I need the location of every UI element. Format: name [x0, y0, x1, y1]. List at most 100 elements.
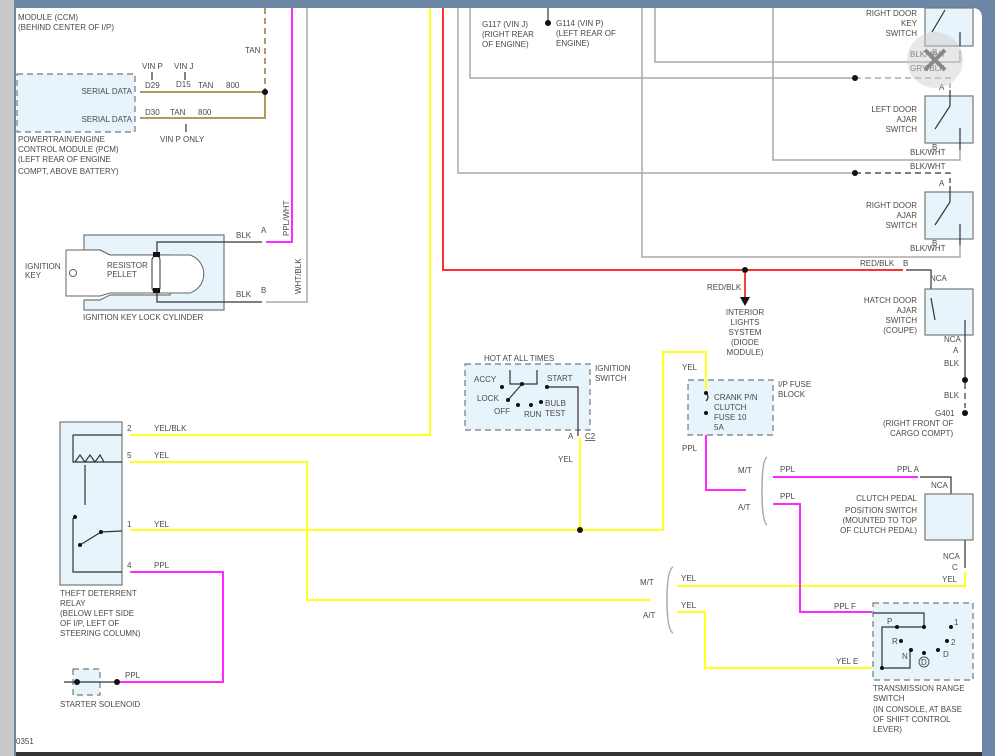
svg-text:COMPT, ABOVE BATTERY): COMPT, ABOVE BATTERY)	[18, 167, 119, 176]
svg-text:BLK/WHT: BLK/WHT	[910, 162, 946, 171]
svg-text:SERIAL DATA: SERIAL DATA	[81, 87, 132, 96]
svg-text:CARGO COMPT): CARGO COMPT)	[890, 429, 953, 438]
svg-text:A: A	[953, 346, 959, 355]
svg-text:5A: 5A	[714, 423, 724, 432]
svg-text:RIGHT DOOR: RIGHT DOOR	[866, 9, 917, 18]
svg-text:TAN: TAN	[170, 108, 186, 117]
svg-text:(BELOW LEFT SIDE: (BELOW LEFT SIDE	[60, 609, 134, 618]
svg-text:SWITCH: SWITCH	[595, 374, 627, 383]
svg-text:BLK: BLK	[236, 290, 252, 299]
svg-text:OF CLUTCH PEDAL): OF CLUTCH PEDAL)	[840, 526, 917, 535]
svg-text:A: A	[261, 226, 267, 235]
svg-text:1: 1	[954, 618, 959, 627]
svg-text:2: 2	[951, 638, 956, 647]
svg-text:ACCY: ACCY	[474, 375, 497, 384]
svg-text:PPL/WHT: PPL/WHT	[282, 200, 291, 236]
svg-text:BLK: BLK	[944, 391, 960, 400]
svg-text:C2: C2	[585, 432, 596, 441]
svg-text:IGNITION: IGNITION	[25, 262, 61, 271]
svg-text:(COUPE): (COUPE)	[883, 326, 917, 335]
svg-text:INTERIOR: INTERIOR	[726, 308, 764, 317]
svg-text:4: 4	[127, 561, 132, 570]
svg-text:BLK: BLK	[944, 359, 960, 368]
svg-text:YEL/BLK: YEL/BLK	[154, 424, 187, 433]
svg-text:(BEHIND CENTER OF I/P): (BEHIND CENTER OF I/P)	[18, 23, 114, 32]
svg-text:YEL: YEL	[154, 520, 170, 529]
svg-text:R: R	[892, 637, 898, 646]
svg-text:TRANSMISSION RANGE: TRANSMISSION RANGE	[873, 684, 965, 693]
svg-text:BULB: BULB	[545, 399, 566, 408]
close-overlay-button[interactable]	[907, 32, 963, 88]
svg-text:BLK: BLK	[236, 231, 252, 240]
svg-text:D30: D30	[145, 108, 160, 117]
svg-text:YEL: YEL	[558, 455, 574, 464]
svg-text:BLOCK: BLOCK	[778, 390, 806, 399]
svg-text:RED/BLK: RED/BLK	[707, 283, 742, 292]
svg-text:OF I/P, LEFT OF: OF I/P, LEFT OF	[60, 619, 119, 628]
svg-text:PPL: PPL	[154, 561, 170, 570]
svg-text:B: B	[261, 286, 266, 295]
svg-text:HATCH DOOR: HATCH DOOR	[864, 296, 917, 305]
svg-text:RUN: RUN	[524, 410, 542, 419]
wiring-diagram: MODULE (CCM) (BEHIND CENTER OF I/P) SERI…	[0, 0, 995, 756]
svg-text:AJAR: AJAR	[897, 115, 918, 124]
svg-text:D15: D15	[176, 80, 191, 89]
svg-text:P: P	[887, 617, 892, 626]
svg-text:STARTER SOLENOID: STARTER SOLENOID	[60, 700, 140, 709]
svg-text:OF ENGINE): OF ENGINE)	[482, 40, 529, 49]
interior-lights-label: INTERIOR LIGHTS SYSTEM (DIODE MODULE)	[726, 308, 764, 357]
svg-text:YEL: YEL	[681, 574, 697, 583]
svg-text:WHT/BLK: WHT/BLK	[294, 258, 303, 294]
svg-text:AJAR: AJAR	[897, 211, 918, 220]
svg-text:A/T: A/T	[643, 611, 656, 620]
svg-text:TAN: TAN	[198, 81, 214, 90]
svg-text:I/P FUSE: I/P FUSE	[778, 380, 811, 389]
svg-text:800: 800	[198, 108, 212, 117]
svg-text:CONTROL MODULE (PCM): CONTROL MODULE (PCM)	[18, 145, 119, 154]
svg-text:D: D	[921, 658, 927, 667]
svg-text:N: N	[902, 652, 908, 661]
svg-text:5: 5	[127, 451, 132, 460]
svg-text:PPL: PPL	[780, 492, 796, 501]
svg-text:SWITCH: SWITCH	[885, 29, 917, 38]
svg-text:CLUTCH PEDAL: CLUTCH PEDAL	[856, 494, 917, 503]
svg-text:LEVER): LEVER)	[873, 725, 902, 734]
svg-text:(LEFT REAR OF ENGINE: (LEFT REAR OF ENGINE	[18, 155, 111, 164]
svg-text:SWITCH: SWITCH	[885, 221, 917, 230]
svg-text:RELAY: RELAY	[60, 599, 86, 608]
svg-text:(RIGHT FRONT OF: (RIGHT FRONT OF	[883, 419, 953, 428]
svg-text:KEY: KEY	[25, 271, 42, 280]
diagram-id: 0351	[16, 737, 34, 746]
svg-text:SWITCH: SWITCH	[885, 125, 917, 134]
svg-text:G114 (VIN P): G114 (VIN P)	[556, 19, 604, 28]
svg-text:KEY: KEY	[901, 19, 918, 28]
svg-text:RESISTOR: RESISTOR	[107, 261, 148, 270]
svg-text:POSITION SWITCH: POSITION SWITCH	[845, 506, 917, 515]
svg-text:CLUTCH: CLUTCH	[714, 403, 747, 412]
svg-text:G117 (VIN J): G117 (VIN J)	[482, 20, 528, 29]
svg-text:YEL: YEL	[681, 601, 697, 610]
svg-text:STEERING COLUMN): STEERING COLUMN)	[60, 629, 141, 638]
svg-text:PPL: PPL	[125, 671, 141, 680]
svg-text:FUSE 10: FUSE 10	[714, 413, 747, 422]
svg-text:G401: G401	[935, 409, 955, 418]
svg-text:NCA: NCA	[944, 335, 962, 344]
svg-text:PPL F: PPL F	[834, 602, 856, 611]
svg-text:D29: D29	[145, 81, 160, 90]
svg-text:M/T: M/T	[738, 466, 752, 475]
svg-text:LOCK: LOCK	[477, 394, 499, 403]
svg-text:A: A	[568, 432, 574, 441]
svg-text:YEL: YEL	[154, 451, 170, 460]
svg-text:TAN: TAN	[245, 46, 261, 55]
svg-text:A/T: A/T	[738, 503, 751, 512]
svg-text:LIGHTS: LIGHTS	[731, 318, 760, 327]
svg-text:VIN P: VIN P	[142, 62, 163, 71]
resistor-pellet	[151, 255, 161, 293]
svg-text:IGNITION KEY LOCK CYLINDER: IGNITION KEY LOCK CYLINDER	[83, 313, 204, 322]
svg-text:(IN CONSOLE, AT BASE: (IN CONSOLE, AT BASE	[873, 705, 962, 714]
svg-text:SWITCH: SWITCH	[873, 694, 905, 703]
svg-text:SWITCH: SWITCH	[885, 316, 917, 325]
svg-text:VIN J: VIN J	[174, 62, 194, 71]
svg-text:A: A	[939, 179, 945, 188]
svg-text:PPL A: PPL A	[897, 465, 920, 474]
